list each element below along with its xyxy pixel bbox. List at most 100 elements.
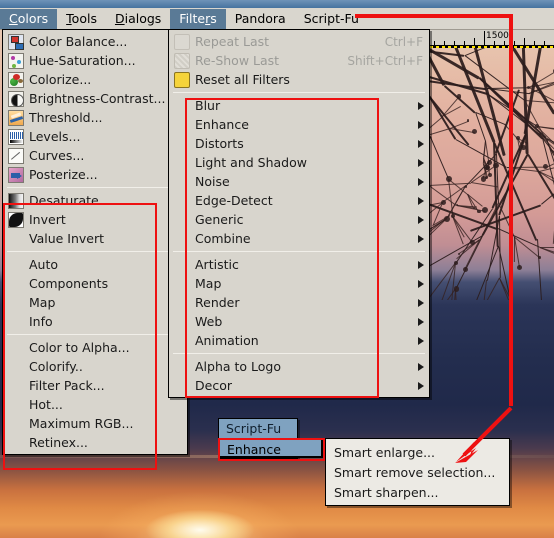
ruler-tick [524, 38, 525, 45]
menubar-item-pandora[interactable]: Pandora [226, 9, 295, 29]
branch [540, 247, 554, 260]
menu-item-filter-pack[interactable]: Filter Pack... [3, 376, 187, 395]
menubar-item-scriptfu[interactable]: Script-Fu [295, 9, 368, 29]
ruler-tick [514, 41, 515, 45]
ruler-tick [444, 41, 445, 45]
menu-item-artistic[interactable]: Artistic [169, 255, 429, 274]
menubar-item-tools[interactable]: Tools [57, 9, 106, 29]
gimp-window: 1500 Colors Tools Dialogs Filters Pandor… [0, 0, 554, 538]
menu-item-smart-sharpen[interactable]: Smart sharpen... [326, 482, 509, 502]
ruler-tick [454, 41, 455, 45]
menu-item-levels[interactable]: Levels... [3, 127, 187, 146]
menu-strip: Colors Tools Dialogs Filters Pandora Scr… [0, 8, 554, 30]
menubar-item-filters[interactable]: Filters [170, 8, 226, 29]
leaf-cluster [464, 185, 468, 188]
menu-item-retinex[interactable]: Retinex... [3, 433, 187, 452]
leaf-cluster [480, 176, 487, 182]
leaf-cluster [454, 261, 459, 266]
menu-item-hot[interactable]: Hot... [3, 395, 187, 414]
ruler-label-1500: 1500 [486, 31, 509, 41]
posterize-icon [7, 166, 25, 183]
menu-item-light-and-shadow[interactable]: Light and Shadow [169, 153, 429, 172]
ruler-tick [434, 41, 435, 45]
menu-item-decor[interactable]: Decor [169, 376, 429, 395]
selection-marching-ants [424, 46, 554, 48]
scriptfu-menu-item-enhance[interactable]: Enhance [218, 438, 323, 458]
menu-item-maximum-rgb[interactable]: Maximum RGB... [3, 414, 187, 433]
menu-item-curves[interactable]: Curves... [3, 146, 187, 165]
accel-reshow-last: Shift+Ctrl+F [347, 53, 423, 68]
branch [449, 127, 475, 133]
menu-item-map[interactable]: Map [3, 293, 187, 312]
menu-separator [173, 251, 425, 252]
menu-item-desaturate[interactable]: Desaturate... [3, 191, 187, 210]
menubar-item-colors[interactable]: Colors [0, 8, 58, 29]
menu-item-animation[interactable]: Animation [169, 331, 429, 350]
menu-item-alpha-to-logo[interactable]: Alpha to Logo [169, 357, 429, 376]
leaf-cluster [453, 285, 460, 292]
menu-item-repeat-last: Repeat Last Ctrl+F [169, 32, 429, 51]
filters-menu[interactable]: Repeat Last Ctrl+F Re-Show Last Shift+Ctrl… [168, 29, 430, 398]
menu-item-color-to-alpha[interactable]: Color to Alpha... [3, 338, 187, 357]
menu-item-enhance[interactable]: Enhance [169, 115, 429, 134]
colors-menu[interactable]: Color Balance... Hue-Saturation... Color… [2, 29, 188, 455]
menu-item-components[interactable]: Components [3, 274, 187, 293]
menu-item-colorify[interactable]: Colorify.. [3, 357, 187, 376]
color-balance-icon [7, 33, 25, 50]
scriptfu-enhance-submenu[interactable]: Smart enlarge... Smart remove selection.… [325, 438, 510, 506]
threshold-icon [7, 109, 25, 126]
menu-item-auto[interactable]: Auto [3, 255, 187, 274]
chevron-right-icon [418, 362, 424, 371]
ruler-tick [534, 41, 535, 45]
leaf-cluster [456, 94, 461, 99]
menu-item-web[interactable]: Web [169, 312, 429, 331]
menu-item-smart-enlarge[interactable]: Smart enlarge... [326, 442, 509, 462]
chevron-right-icon [418, 139, 424, 148]
scriptfu-menu[interactable]: Script-Fu Enhance [218, 418, 323, 459]
branch [465, 153, 497, 187]
chevron-right-icon [418, 260, 424, 269]
horizontal-ruler[interactable]: 1500 [424, 30, 554, 46]
menu-item-generic[interactable]: Generic [169, 210, 429, 229]
chevron-right-icon [418, 196, 424, 205]
menu-item-color-balance[interactable]: Color Balance... [3, 32, 187, 51]
menu-item-noise[interactable]: Noise [169, 172, 429, 191]
menu-item-smart-remove-selection[interactable]: Smart remove selection... [326, 462, 509, 482]
menu-item-reset-all-filters[interactable]: Reset all Filters [169, 70, 429, 89]
scriptfu-menu-title: Script-Fu [219, 419, 297, 438]
title-bar [0, 0, 554, 8]
menu-item-edge-detect[interactable]: Edge-Detect [169, 191, 429, 210]
menu-item-invert[interactable]: Invert [3, 210, 187, 229]
reshow-last-icon [173, 52, 191, 69]
menubar-item-dialogs[interactable]: Dialogs [106, 9, 170, 29]
chevron-right-icon [418, 298, 424, 307]
chevron-right-icon [418, 215, 424, 224]
menu-item-hue-saturation[interactable]: Hue-Saturation... [3, 51, 187, 70]
menu-item-distorts[interactable]: Distorts [169, 134, 429, 153]
menu-item-posterize[interactable]: Posterize... [3, 165, 187, 184]
menu-item-map-filters[interactable]: Map [169, 274, 429, 293]
menu-bar: Colors Tools Dialogs Filters Pandora Scr… [0, 0, 554, 30]
accel-repeat-last: Ctrl+F [384, 34, 423, 49]
curves-icon [7, 147, 25, 164]
menu-item-render[interactable]: Render [169, 293, 429, 312]
branch [430, 137, 449, 180]
chevron-right-icon [418, 336, 424, 345]
menu-item-brightness-contrast[interactable]: Brightness-Contrast... [3, 89, 187, 108]
leaf-cluster [466, 119, 470, 122]
menu-item-threshold[interactable]: Threshold... [3, 108, 187, 127]
branch [499, 277, 520, 300]
menu-item-colorize[interactable]: Colorize... [3, 70, 187, 89]
menu-item-combine[interactable]: Combine [169, 229, 429, 248]
leaf-cluster [472, 129, 478, 135]
repeat-last-icon [173, 33, 191, 50]
leaf-cluster [488, 172, 493, 178]
menu-item-info[interactable]: Info [3, 312, 187, 331]
menu-item-blur[interactable]: Blur [169, 96, 429, 115]
menu-separator [173, 353, 425, 354]
branch [498, 215, 501, 278]
levels-icon [7, 128, 25, 145]
leaf-cluster [462, 267, 468, 273]
menu-item-value-invert[interactable]: Value Invert [3, 229, 187, 248]
menu-item-reshow-last: Re-Show Last Shift+Ctrl+F [169, 51, 429, 70]
